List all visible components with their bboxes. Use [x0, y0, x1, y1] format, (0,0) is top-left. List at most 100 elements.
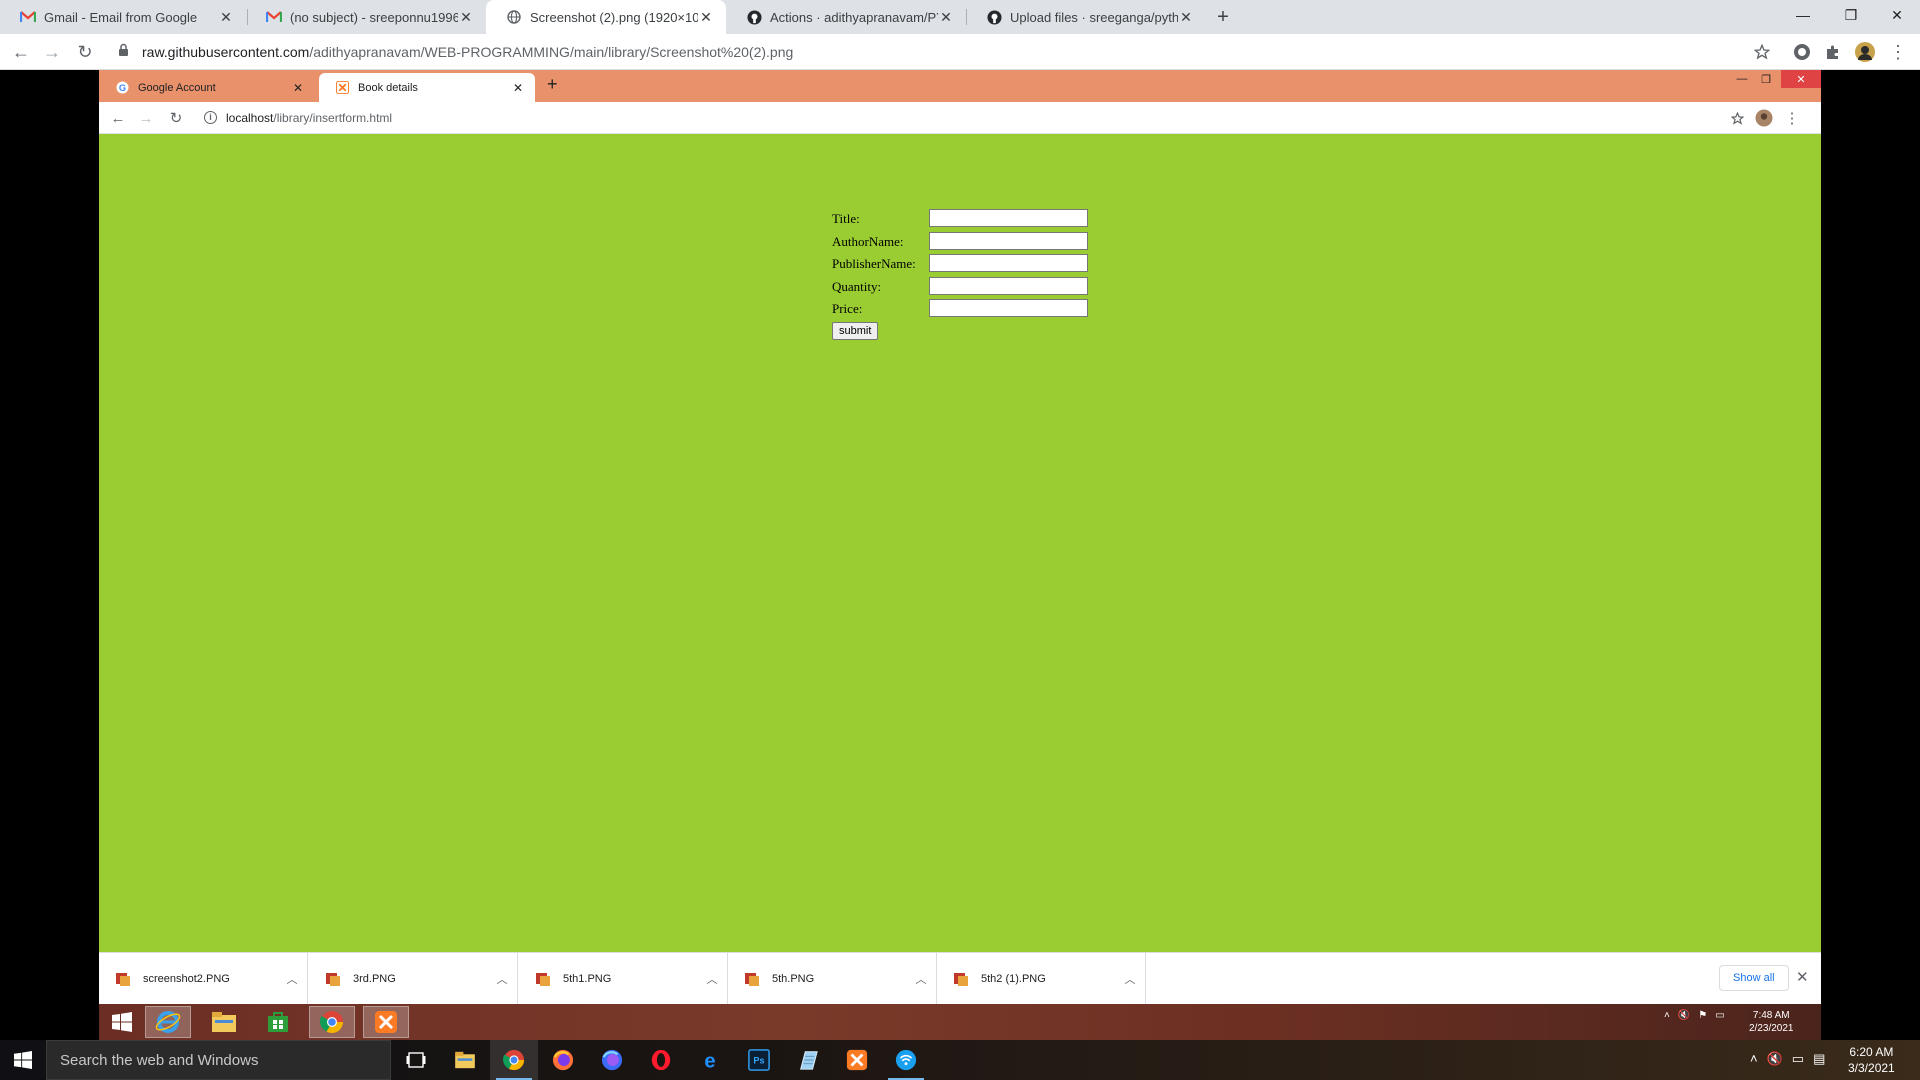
download-filename: screenshot2.PNG [143, 972, 230, 985]
publisher-name-input[interactable] [929, 254, 1088, 272]
reload-icon[interactable]: ↻ [73, 40, 97, 64]
address-bar[interactable]: raw.githubusercontent.com/adithyapranava… [142, 44, 793, 60]
chrome-icon[interactable] [490, 1040, 538, 1080]
avatar[interactable] [1853, 40, 1877, 64]
inner-clock-time: 7:48 AM [1752, 1010, 1790, 1021]
outer-tab-no-subject[interactable]: (no subject) - sreeponnu1996@g ✕ [246, 0, 486, 34]
inner-clock: 7:48 AM 2/23/2021 [1749, 1009, 1794, 1035]
close-icon[interactable]: ✕ [218, 9, 234, 26]
photoshop-icon[interactable]: Ps [735, 1040, 783, 1080]
internet-explorer-icon [145, 1006, 191, 1038]
restore-icon[interactable]: ❐ [1828, 0, 1874, 30]
google-icon: G [115, 81, 129, 95]
menu-kebab-icon[interactable]: ⋮ [1886, 40, 1910, 64]
close-icon[interactable]: ✕ [1178, 9, 1194, 26]
download-item: 5th.PNG ︿ [728, 953, 937, 1004]
outer-tab-upload[interactable]: Upload files · sreeganga/python ✕ [966, 0, 1206, 34]
inner-toolbar: ← → ↻ i localhost/library/insertform.htm… [99, 102, 1821, 134]
close-icon[interactable]: ✕ [698, 9, 714, 26]
minimize-icon[interactable]: — [1780, 0, 1826, 30]
network-icon: ▭ [1715, 1010, 1725, 1021]
firefox-developer-icon[interactable] [588, 1040, 636, 1080]
url-path: /adithyapranavam/WEB-PROGRAMMING/main/li… [309, 44, 794, 60]
price-input[interactable] [929, 299, 1088, 317]
task-view-icon[interactable] [392, 1040, 440, 1080]
wireless-app-icon[interactable] [882, 1040, 930, 1080]
outer-toolbar: ← → ↻ raw.githubusercontent.com/adithyap… [0, 34, 1920, 70]
inner-taskbar: ˄ 🔇 ⚑ ▭ 7:48 AM 2/23/2021 [99, 1004, 1821, 1040]
submit-button[interactable]: submit [832, 321, 879, 340]
xampp-icon [335, 81, 349, 95]
author-name-row: AuthorName: [832, 231, 1088, 254]
quantity-input[interactable] [929, 276, 1088, 295]
opera-icon[interactable] [637, 1040, 685, 1080]
volume-muted-icon[interactable]: 🔇 [1767, 1051, 1783, 1067]
outer-tab-label: Screenshot (2).png (1920×1080) [530, 9, 698, 25]
outer-tab-screenshot[interactable]: Screenshot (2).png (1920×1080) ✕ [486, 0, 726, 34]
system-tray: ˄ 🔇 ▭ ▤ [1750, 1051, 1825, 1067]
edge-icon[interactable]: e [686, 1040, 734, 1080]
close-icon: ✕ [292, 80, 304, 95]
taskbar-search-input[interactable]: Search the web and Windows [46, 1040, 391, 1080]
quantity-row: Quantity: [832, 276, 1088, 299]
chevron-up-icon: ︿ [496, 973, 508, 986]
avatar [1754, 108, 1774, 128]
svg-text:e: e [704, 1050, 715, 1071]
book-details-page: Title: AuthorName: PublisherName: Quanti… [99, 134, 1821, 952]
github-icon [746, 9, 762, 25]
inner-tab-google-account: G Google Account ✕ [99, 73, 315, 102]
notepad-icon[interactable] [784, 1040, 832, 1080]
chevron-up-icon[interactable]: ˄ [1750, 1051, 1758, 1067]
new-tab-button[interactable]: + [1212, 6, 1234, 29]
image-file-icon [954, 972, 968, 986]
price-row: Price: [832, 298, 1088, 321]
show-all-button: Show all [1719, 965, 1789, 991]
globe-icon [506, 9, 522, 25]
forward-icon: → [138, 109, 154, 127]
svg-text:Ps: Ps [753, 1056, 764, 1066]
title-input[interactable] [929, 209, 1088, 227]
windows-start-button[interactable] [0, 1040, 46, 1080]
close-icon[interactable]: ✕ [938, 9, 954, 26]
extension-circle-icon[interactable] [1790, 40, 1814, 64]
firefox-icon[interactable] [539, 1040, 587, 1080]
new-tab-icon: + [547, 74, 558, 94]
outer-tab-label: Gmail - Email from Google [44, 9, 198, 25]
author-name-input[interactable] [929, 231, 1088, 250]
flag-icon: ⚑ [1698, 1010, 1708, 1021]
close-window-icon[interactable]: ✕ [1874, 0, 1920, 30]
inner-tab-strip: G Google Account ✕ Book details ✕ + — ❐ … [99, 70, 1821, 102]
inner-tab-label: Book details [358, 81, 418, 94]
download-filename: 5th2 (1).PNG [981, 972, 1046, 985]
lock-icon[interactable] [118, 43, 129, 62]
outer-tab-label: Upload files · sreeganga/python [1010, 9, 1178, 25]
forward-icon[interactable]: → [40, 40, 64, 64]
menu-kebab-icon: ⋮ [1784, 110, 1800, 127]
file-explorer-icon[interactable] [441, 1040, 489, 1080]
title-label: Title: [832, 211, 860, 226]
image-file-icon [745, 972, 759, 986]
xampp-icon[interactable] [833, 1040, 881, 1080]
download-item: 3rd.PNG ︿ [309, 953, 518, 1004]
outer-tab-label: Actions · adithyapranavam/PYTH [770, 9, 938, 25]
close-icon: ✕ [512, 80, 524, 95]
taskbar-clock[interactable]: 6:20 AM 3/3/2021 [1848, 1044, 1895, 1076]
image-file-icon [326, 972, 340, 986]
clock-time: 6:20 AM [1849, 1045, 1894, 1059]
download-item: screenshot2.PNG ︿ [99, 953, 308, 1004]
minimize-icon: — [1736, 73, 1748, 85]
close-icon[interactable]: ✕ [458, 9, 474, 26]
bookmark-star-icon[interactable] [1750, 40, 1774, 64]
title-row: Title: [832, 208, 1088, 231]
outer-tab-gmail[interactable]: Gmail - Email from Google ✕ [0, 0, 246, 34]
close-icon: ✕ [1796, 969, 1809, 986]
download-filename: 5th.PNG [772, 972, 815, 985]
puzzle-icon[interactable] [1821, 40, 1845, 64]
publisher-name-row: PublisherName: [832, 253, 1088, 276]
outer-tab-actions[interactable]: Actions · adithyapranavam/PYTH ✕ [726, 0, 966, 34]
network-icon[interactable]: ▭ [1792, 1051, 1804, 1067]
download-filename: 5th1.PNG [563, 972, 612, 985]
back-icon[interactable]: ← [9, 40, 33, 64]
notification-icon[interactable]: ▤ [1813, 1051, 1825, 1067]
chevron-up-icon: ˄ [1664, 1010, 1670, 1021]
